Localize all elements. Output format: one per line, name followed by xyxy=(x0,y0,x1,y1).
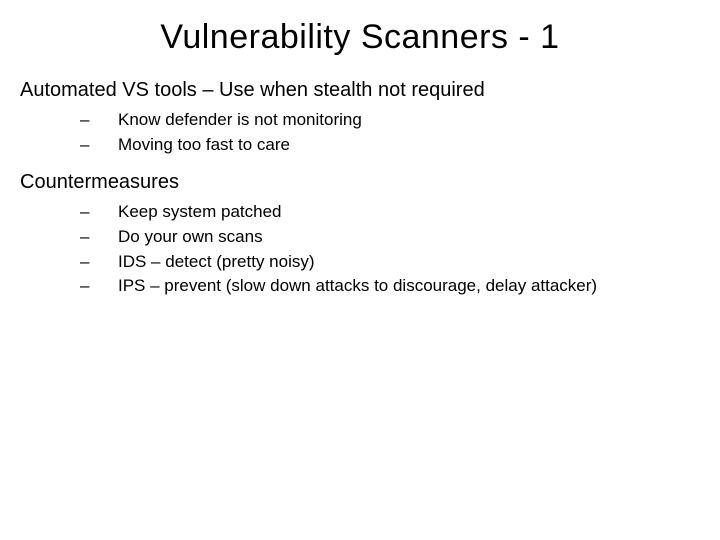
item-text: IDS – detect (pretty noisy) xyxy=(118,250,700,275)
section-heading: Countermeasures xyxy=(20,171,700,194)
list-item: – IPS – prevent (slow down attacks to di… xyxy=(80,274,700,299)
dash-icon: – xyxy=(80,200,118,225)
list-item: – Do your own scans xyxy=(80,225,700,250)
dash-icon: – xyxy=(80,250,118,275)
item-text: Moving too fast to care xyxy=(118,133,700,158)
item-text: Do your own scans xyxy=(118,225,700,250)
item-text: Keep system patched xyxy=(118,200,700,225)
dash-icon: – xyxy=(80,274,118,299)
sublist: – Know defender is not monitoring – Movi… xyxy=(80,108,700,157)
item-text: IPS – prevent (slow down attacks to disc… xyxy=(118,274,700,299)
list-item: – Know defender is not monitoring xyxy=(80,108,700,133)
section-heading: Automated VS tools – Use when stealth no… xyxy=(20,79,700,102)
item-text: Know defender is not monitoring xyxy=(118,108,700,133)
dash-icon: – xyxy=(80,225,118,250)
slide: Vulnerability Scanners - 1 Automated VS … xyxy=(0,0,720,540)
dash-icon: – xyxy=(80,108,118,133)
slide-title: Vulnerability Scanners - 1 xyxy=(20,18,700,57)
dash-icon: – xyxy=(80,133,118,158)
list-item: – Moving too fast to care xyxy=(80,133,700,158)
sublist: – Keep system patched – Do your own scan… xyxy=(80,200,700,299)
list-item: – Keep system patched xyxy=(80,200,700,225)
list-item: – IDS – detect (pretty noisy) xyxy=(80,250,700,275)
